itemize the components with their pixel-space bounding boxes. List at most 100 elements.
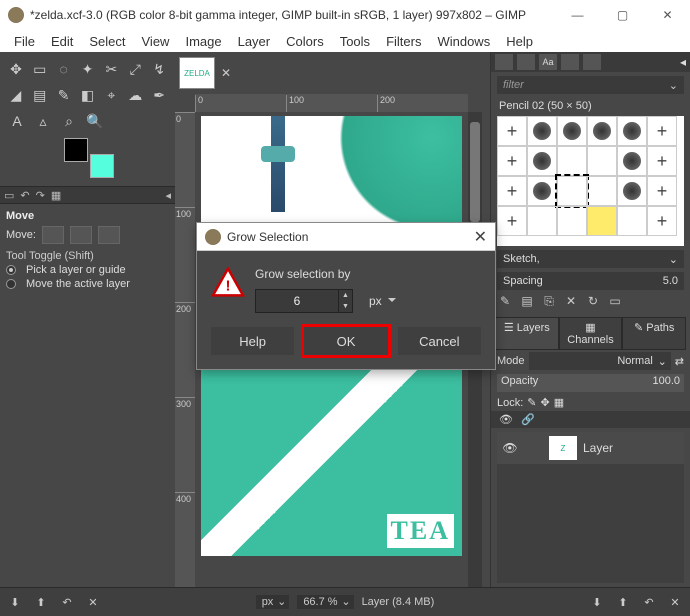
window-close-button[interactable]: ✕ bbox=[645, 0, 690, 30]
dock-tab-other[interactable] bbox=[583, 54, 601, 70]
opacity-slider[interactable]: Opacity 100.0 bbox=[497, 374, 684, 392]
brush-cell[interactable] bbox=[527, 116, 557, 146]
status-icon[interactable]: ⬇ bbox=[588, 593, 606, 611]
color-swatches[interactable] bbox=[64, 138, 114, 178]
brush-cell[interactable] bbox=[557, 206, 587, 236]
ruler-vertical[interactable]: 0 100 200 300 400 bbox=[175, 112, 195, 587]
move-mode-path[interactable] bbox=[98, 226, 120, 244]
tab-images-icon[interactable]: ▦ bbox=[51, 189, 61, 202]
move-mode-layer[interactable] bbox=[42, 226, 64, 244]
tool-free-select[interactable]: ◌ bbox=[54, 58, 74, 80]
brush-cell[interactable] bbox=[587, 146, 617, 176]
menu-windows[interactable]: Windows bbox=[429, 32, 498, 51]
scrollbar-thumb[interactable] bbox=[470, 122, 480, 222]
tool-transform[interactable]: ⤢ bbox=[125, 58, 145, 80]
cancel-button[interactable]: Cancel bbox=[398, 327, 481, 355]
tool-bucket[interactable]: ◢ bbox=[6, 84, 26, 106]
menu-image[interactable]: Image bbox=[177, 32, 229, 51]
dock-tab-menu-icon[interactable]: ◂ bbox=[680, 55, 686, 69]
dock-tab-brushes[interactable] bbox=[495, 54, 513, 70]
brush-edit-icon[interactable]: ✎ bbox=[497, 294, 513, 309]
unit-dropdown[interactable]: px bbox=[256, 595, 290, 609]
window-minimize-button[interactable]: — bbox=[555, 0, 600, 30]
spin-down-icon[interactable]: ▼ bbox=[338, 301, 352, 312]
spacing-slider[interactable]: Spacing5.0 bbox=[497, 272, 684, 290]
brush-cell[interactable] bbox=[617, 206, 647, 236]
lock-pixels-icon[interactable]: ✎ bbox=[527, 396, 536, 409]
brush-delete-icon[interactable]: ✕ bbox=[563, 294, 579, 309]
brush-cell[interactable] bbox=[587, 206, 617, 236]
background-color[interactable] bbox=[90, 154, 114, 178]
status-icon[interactable]: ⬇ bbox=[6, 593, 24, 611]
help-button[interactable]: Help bbox=[211, 327, 294, 355]
brush-duplicate-icon[interactable]: ⎘ bbox=[541, 294, 557, 309]
tool-smudge[interactable]: ☁ bbox=[125, 84, 145, 106]
grow-amount-spinbox[interactable]: 6 ▲▼ bbox=[255, 289, 353, 313]
brush-cell[interactable] bbox=[617, 116, 647, 146]
move-mode-selection[interactable] bbox=[70, 226, 92, 244]
brush-refresh-icon[interactable]: ↻ bbox=[585, 294, 601, 309]
status-icon[interactable]: ↶ bbox=[58, 593, 76, 611]
zoom-dropdown[interactable]: 66.7 % bbox=[297, 595, 353, 609]
tab-channels[interactable]: ▦ Channels bbox=[559, 317, 623, 350]
tab-menu-icon[interactable]: ◂ bbox=[165, 189, 171, 202]
layer-name[interactable]: Layer bbox=[583, 441, 613, 455]
tool-crop[interactable]: ✂ bbox=[101, 58, 121, 80]
layer-row[interactable]: 👁 Z Layer bbox=[497, 432, 684, 464]
dialog-close-icon[interactable]: ✕ bbox=[474, 227, 487, 247]
brush-cell-selected[interactable] bbox=[557, 176, 587, 206]
spin-up-icon[interactable]: ▲ bbox=[338, 290, 352, 301]
brush-cell[interactable] bbox=[617, 176, 647, 206]
layer-thumbnail[interactable]: Z bbox=[549, 436, 577, 460]
brush-cell[interactable] bbox=[557, 116, 587, 146]
dock-tab-fonts[interactable]: Aa bbox=[539, 54, 557, 70]
radio-pick-layer[interactable]: Pick a layer or guide bbox=[6, 264, 169, 276]
unit-dropdown[interactable]: px bbox=[361, 289, 402, 313]
menu-tools[interactable]: Tools bbox=[332, 32, 378, 51]
tool-clone[interactable]: ⌖ bbox=[101, 84, 121, 106]
tool-warp[interactable]: ↯ bbox=[149, 58, 169, 80]
dock-tab-patterns[interactable] bbox=[517, 54, 535, 70]
tool-text[interactable]: A bbox=[6, 110, 28, 132]
brush-cell[interactable] bbox=[587, 176, 617, 206]
tab-tool-options-icon[interactable]: ▭ bbox=[4, 189, 14, 202]
dock-tab-history[interactable] bbox=[561, 54, 579, 70]
brush-preset-dropdown[interactable]: Sketch,⌄ bbox=[497, 250, 684, 268]
menu-view[interactable]: View bbox=[134, 32, 178, 51]
window-maximize-button[interactable]: ▢ bbox=[600, 0, 645, 30]
brush-cell[interactable]: + bbox=[497, 206, 527, 236]
tool-fuzzy-select[interactable]: ✦ bbox=[78, 58, 98, 80]
status-icon[interactable]: ✕ bbox=[84, 593, 102, 611]
status-icon[interactable]: ⬆ bbox=[32, 593, 50, 611]
tab-undo-icon[interactable]: ↶ bbox=[20, 189, 29, 202]
image-tab-thumbnail[interactable]: ZELDA bbox=[179, 57, 215, 89]
radio-move-active[interactable]: Move the active layer bbox=[6, 278, 169, 290]
tool-measure[interactable]: ▵ bbox=[32, 110, 54, 132]
brush-cell[interactable]: + bbox=[647, 116, 677, 146]
brush-cell[interactable] bbox=[617, 146, 647, 176]
grow-amount-value[interactable]: 6 bbox=[256, 294, 338, 308]
status-icon[interactable]: ✕ bbox=[666, 593, 684, 611]
brush-cell[interactable]: + bbox=[647, 176, 677, 206]
tool-gradient[interactable]: ▤ bbox=[30, 84, 50, 106]
brush-grid[interactable]: + + + + + + + + bbox=[497, 116, 684, 246]
menu-edit[interactable]: Edit bbox=[43, 32, 81, 51]
ok-button[interactable]: OK bbox=[304, 327, 387, 355]
brush-cell[interactable] bbox=[527, 206, 557, 236]
lock-position-icon[interactable]: ✥ bbox=[541, 396, 550, 409]
blend-mode-dropdown[interactable]: Normal bbox=[529, 352, 671, 370]
menu-help[interactable]: Help bbox=[498, 32, 541, 51]
brush-cell[interactable] bbox=[527, 146, 557, 176]
menu-file[interactable]: File bbox=[6, 32, 43, 51]
brush-new-icon[interactable]: ▤ bbox=[519, 294, 535, 309]
mode-switch-icon[interactable]: ⇄ bbox=[675, 355, 684, 368]
ruler-horizontal[interactable]: 0 100 200 bbox=[195, 94, 468, 112]
menu-select[interactable]: Select bbox=[81, 32, 133, 51]
tab-paths[interactable]: ✎ Paths bbox=[622, 317, 686, 350]
brush-filter-input[interactable]: filter bbox=[497, 76, 684, 94]
tab-layers[interactable]: ☰ Layers bbox=[495, 317, 559, 350]
tool-pencil[interactable]: ✎ bbox=[54, 84, 74, 106]
tool-path[interactable]: ✒ bbox=[149, 84, 169, 106]
tool-rect-select[interactable]: ▭ bbox=[30, 58, 50, 80]
lock-alpha-icon[interactable]: ▦ bbox=[554, 396, 564, 409]
